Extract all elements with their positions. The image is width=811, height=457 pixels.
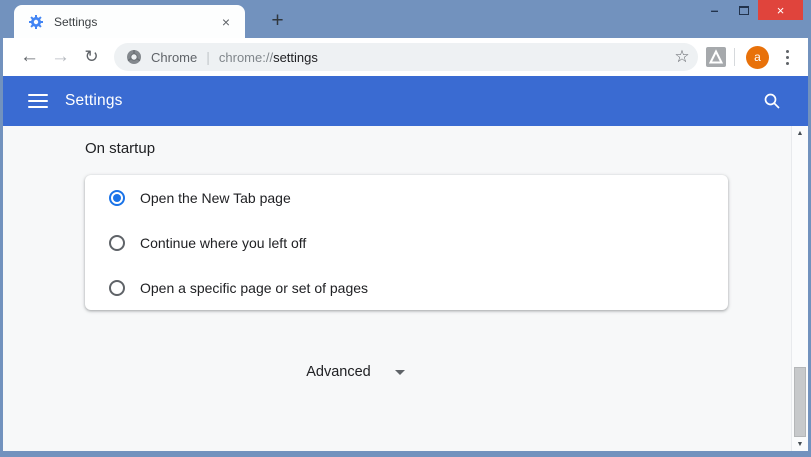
settings-header: Settings <box>3 76 808 126</box>
vertical-scrollbar[interactable]: ▲ ▼ <box>791 126 808 451</box>
url-scheme: chrome:// <box>218 49 274 65</box>
radio-label: Continue where you left off <box>140 234 307 251</box>
reload-button[interactable]: ↻ <box>76 42 107 73</box>
advanced-button[interactable]: Advanced <box>3 358 708 386</box>
advanced-label: Advanced <box>306 364 371 380</box>
scrollbar-up-arrow[interactable]: ▲ <box>792 126 808 140</box>
option-continue-where-left-off[interactable]: Continue where you left off <box>85 220 728 265</box>
back-button[interactable]: ← <box>14 42 45 73</box>
menu-hamburger-icon[interactable] <box>28 94 48 108</box>
scrollbar-down-arrow[interactable]: ▼ <box>792 437 808 451</box>
close-window-button[interactable]: × <box>758 0 803 20</box>
chrome-logo-icon <box>127 50 141 64</box>
tab-close-icon[interactable]: × <box>217 13 235 31</box>
tab-strip: Settings × + – × <box>3 0 808 38</box>
profile-avatar[interactable]: a <box>746 45 769 69</box>
navigation-toolbar: ← → ↻ Chrome | chrome:// settings ☆ a <box>3 38 808 76</box>
search-icon[interactable] <box>763 92 781 110</box>
option-open-specific-pages[interactable]: Open a specific page or set of pages <box>85 265 728 310</box>
on-startup-card: Open the New Tab page Continue where you… <box>85 175 728 310</box>
radio-label: Open the New Tab page <box>140 189 291 206</box>
window-controls: – × <box>700 0 803 20</box>
site-name: Chrome <box>151 49 198 65</box>
tab-title: Settings <box>54 14 98 29</box>
url-path: settings <box>273 49 318 65</box>
page-title: Settings <box>65 92 123 109</box>
browser-window: Settings × + – × ← → ↻ Chrome | chrome:/… <box>0 0 811 457</box>
radio-label: Open a specific page or set of pages <box>140 279 369 296</box>
minimize-button[interactable]: – <box>700 0 729 20</box>
address-bar[interactable]: Chrome | chrome:// settings ☆ <box>114 43 698 71</box>
radio-button[interactable] <box>109 234 125 251</box>
maximize-icon <box>738 5 749 15</box>
window-frame: Settings × + – × ← → ↻ Chrome | chrome:/… <box>3 0 808 451</box>
browser-tab-settings[interactable]: Settings × <box>14 5 245 38</box>
radio-button[interactable] <box>109 189 125 206</box>
maximize-button[interactable] <box>729 0 758 20</box>
pdf-extension-icon[interactable] <box>703 44 729 70</box>
forward-button[interactable]: → <box>45 42 76 73</box>
settings-gear-icon <box>29 14 43 29</box>
scrollbar-thumb[interactable] <box>794 367 806 437</box>
browser-menu-icon[interactable] <box>775 43 799 71</box>
new-tab-button[interactable]: + <box>262 7 293 34</box>
bookmark-star-icon[interactable]: ☆ <box>669 44 695 70</box>
option-open-new-tab[interactable]: Open the New Tab page <box>85 175 728 220</box>
toolbar-separator <box>734 48 735 66</box>
omnibox-divider: | <box>206 49 210 65</box>
section-heading: On startup <box>85 140 156 157</box>
settings-content: On startup Open the New Tab page Continu… <box>3 126 808 451</box>
chevron-down-icon <box>394 369 405 375</box>
radio-button[interactable] <box>109 279 125 296</box>
